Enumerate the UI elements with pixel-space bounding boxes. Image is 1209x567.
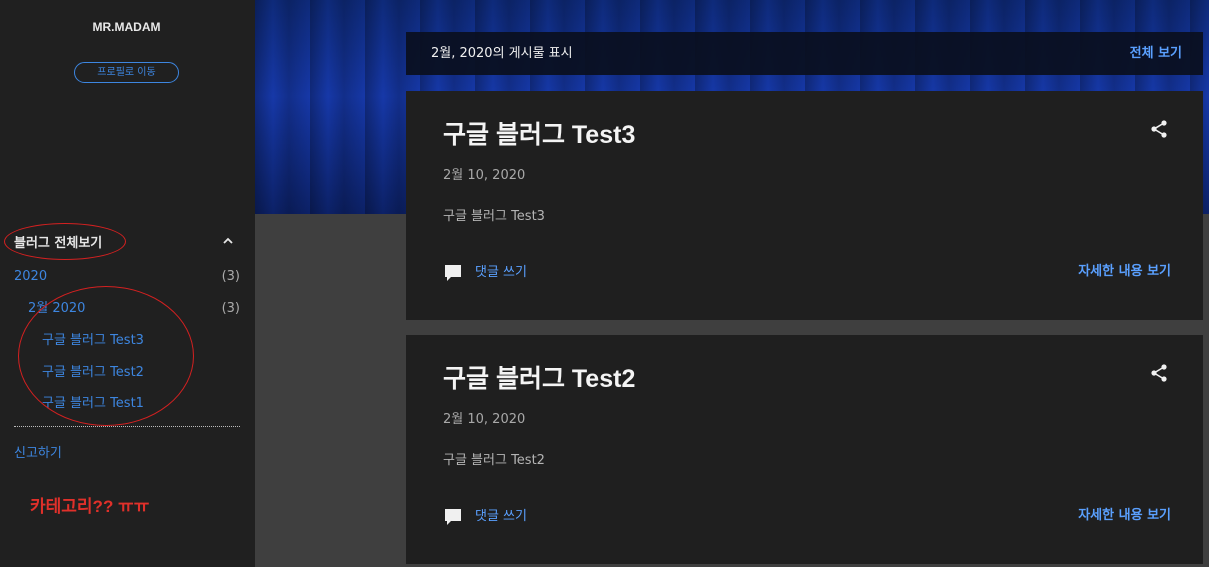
archive-post-link[interactable]: 구글 블러그 Test3 xyxy=(42,332,144,350)
archive-header[interactable]: 블러그 전체보기 xyxy=(14,232,240,252)
post-title[interactable]: 구글 블러그 Test3 xyxy=(443,119,635,151)
archive-month-label[interactable]: 2월 2020 xyxy=(28,301,85,316)
archive-title: 블러그 전체보기 xyxy=(14,236,103,251)
post-card: 구글 블러그 Test3 2월 10, 2020 구글 블러그 Test3 댓글… xyxy=(406,91,1203,320)
comment-icon[interactable] xyxy=(443,263,463,283)
profile-button[interactable]: 프로필로 이동 xyxy=(74,62,179,83)
post-snippet: 구글 블러그 Test2 xyxy=(443,453,545,468)
archive-year-label[interactable]: 2020 xyxy=(14,269,47,284)
sidebar: MR.MADAM 프로필로 이동 블러그 전체보기 2020 (3) 2월 20… xyxy=(0,0,255,567)
post-snippet: 구글 블러그 Test3 xyxy=(443,209,545,224)
blog-name[interactable]: MR.MADAM xyxy=(0,20,253,34)
comment-icon[interactable] xyxy=(443,507,463,527)
post-title[interactable]: 구글 블러그 Test2 xyxy=(443,363,635,395)
comment-link[interactable]: 댓글 쓰기 xyxy=(475,264,527,282)
annotation-text: 카테고리?? ㅠㅠ xyxy=(30,497,150,516)
post-date: 2월 10, 2020 xyxy=(443,412,526,427)
archive-year-count: (3) xyxy=(221,269,240,284)
posts-header-label: 2월, 2020의 게시물 표시 xyxy=(431,46,573,61)
report-link[interactable]: 신고하기 xyxy=(14,445,62,463)
post-card: 구글 블러그 Test2 2월 10, 2020 구글 블러그 Test2 댓글… xyxy=(406,335,1203,564)
share-icon[interactable] xyxy=(1149,119,1169,139)
share-icon[interactable] xyxy=(1149,363,1169,383)
chevron-up-icon[interactable] xyxy=(222,235,234,247)
post-date: 2월 10, 2020 xyxy=(443,168,526,183)
archive-post-link[interactable]: 구글 블러그 Test2 xyxy=(42,364,144,382)
comment-link[interactable]: 댓글 쓰기 xyxy=(475,508,527,526)
archive-month-row[interactable]: 2월 2020 (3) xyxy=(28,300,240,318)
read-more-link[interactable]: 자세한 내용 보기 xyxy=(1078,263,1171,281)
divider xyxy=(14,426,240,427)
read-more-link[interactable]: 자세한 내용 보기 xyxy=(1078,507,1171,525)
view-all-link[interactable]: 전체 보기 xyxy=(1130,45,1182,63)
archive-year-row[interactable]: 2020 (3) xyxy=(14,268,240,286)
archive-post-link[interactable]: 구글 블러그 Test1 xyxy=(42,395,144,413)
archive-month-count: (3) xyxy=(221,301,240,316)
